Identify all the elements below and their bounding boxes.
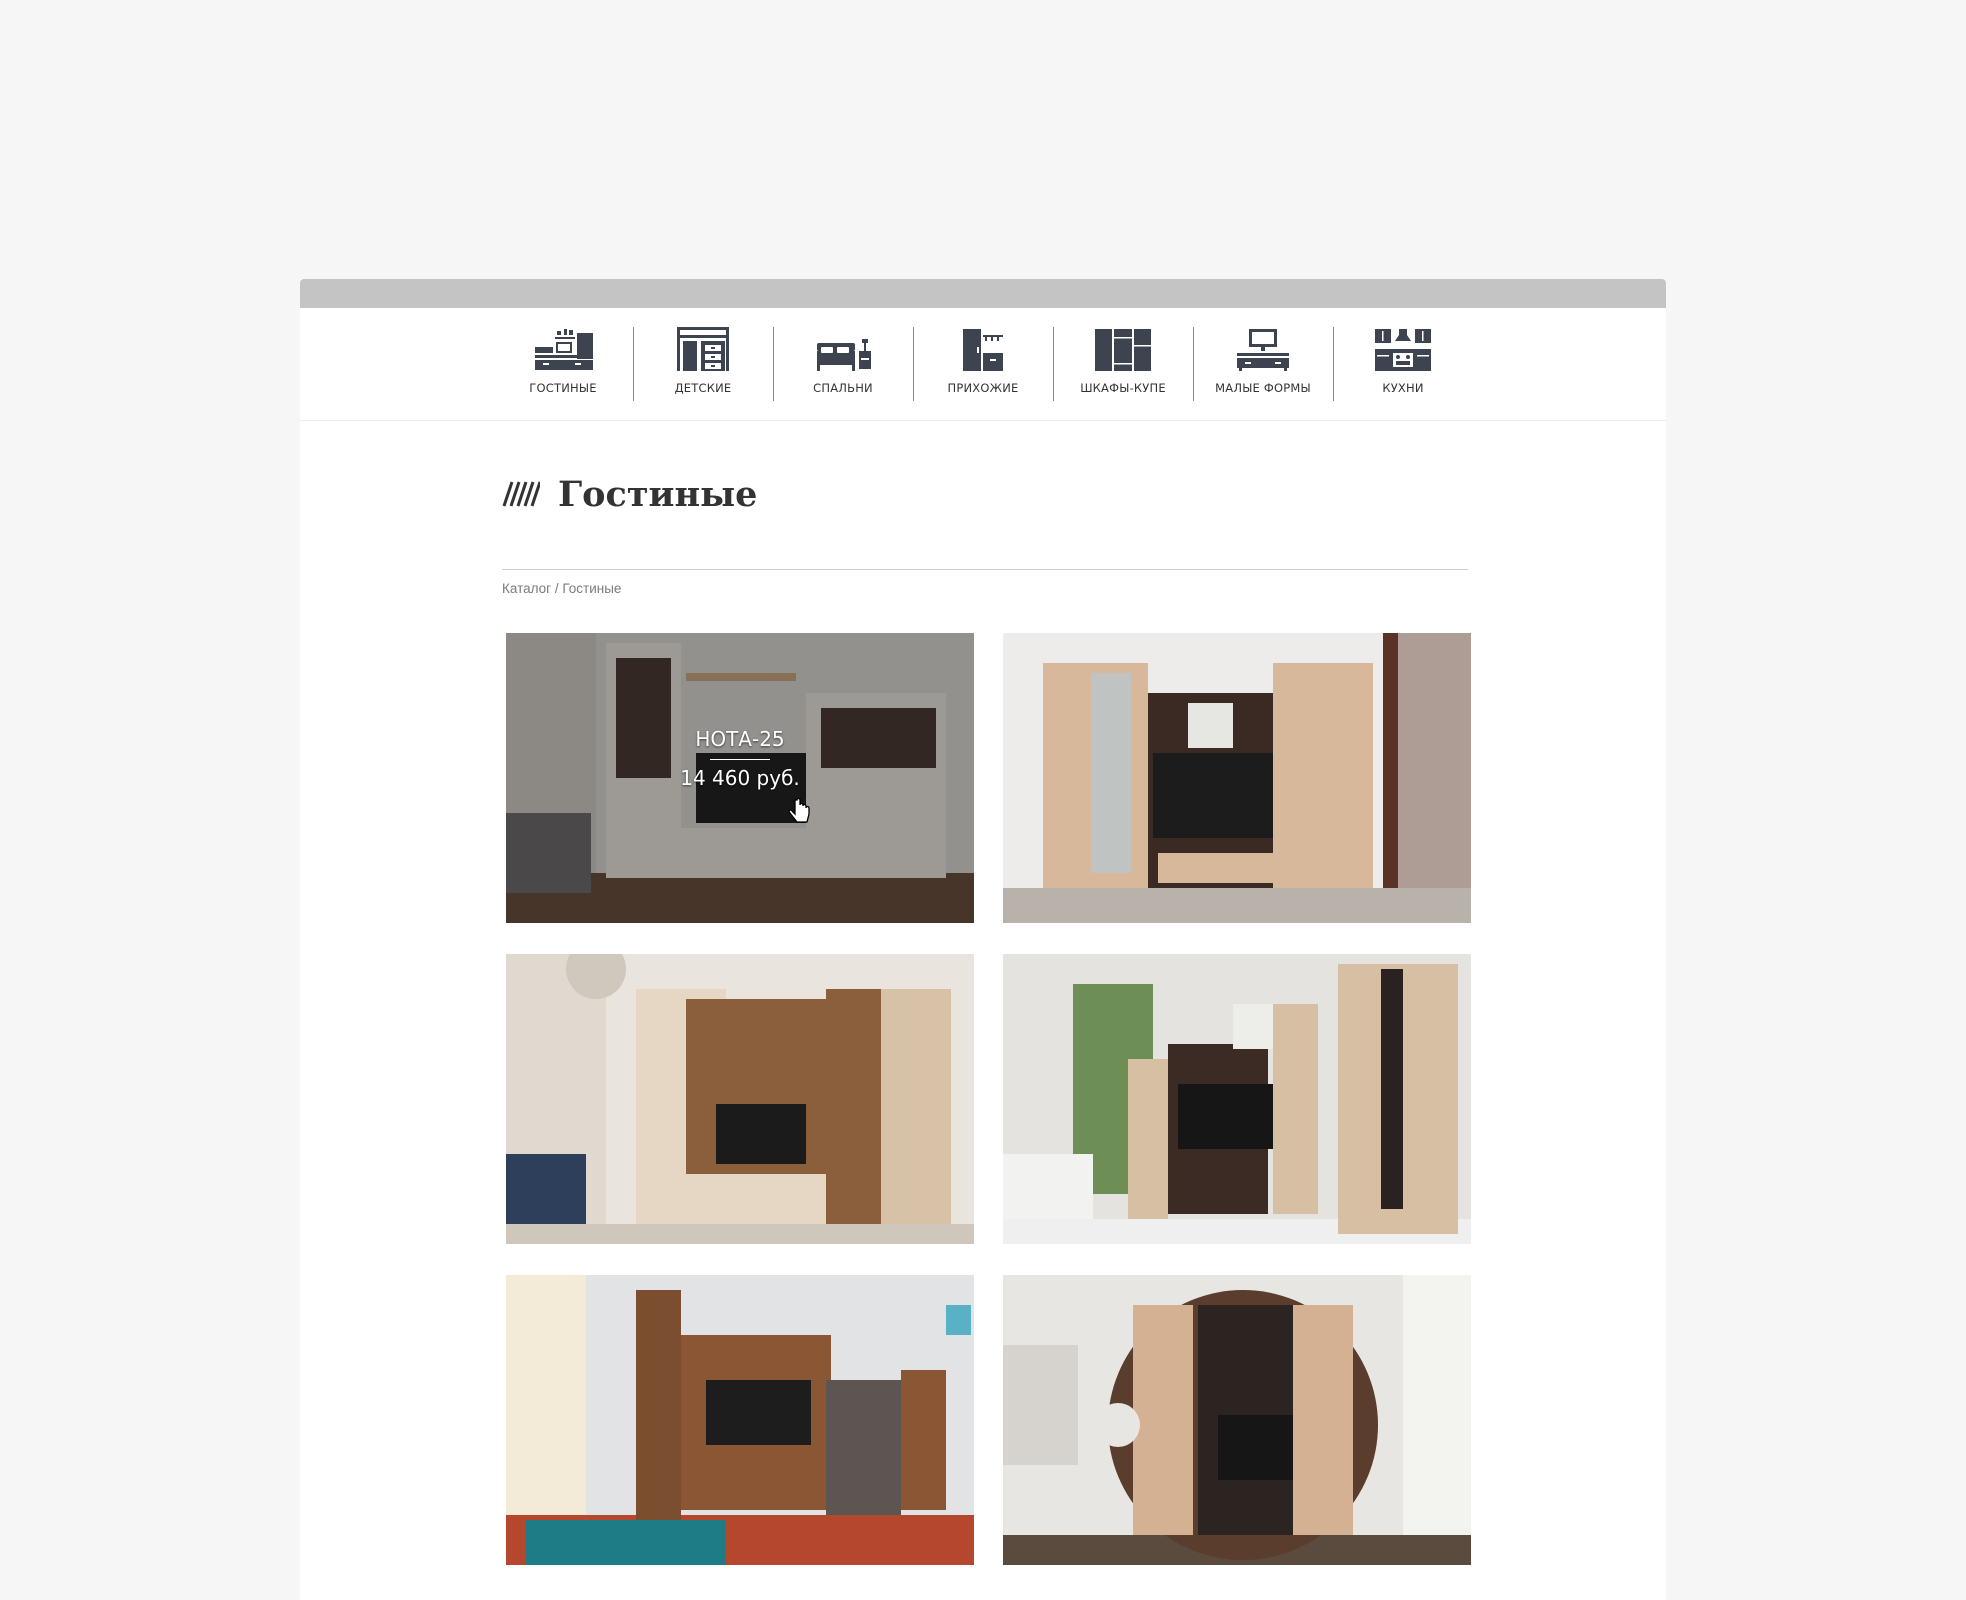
category-label: МАЛЫЕ ФОРМЫ: [1215, 381, 1311, 395]
product-card[interactable]: НОТА-25 14 460 руб.: [506, 633, 974, 923]
product-image: [1003, 1275, 1471, 1565]
category-nav: ГОСТИНЫЕ ДЕТСКИЕ СПАЛЬНИ ПРИХОЖИЕ ШКАФЫ-…: [300, 308, 1666, 421]
product-price: 14 460 руб.: [680, 765, 800, 790]
kitchen-icon: [1371, 325, 1435, 375]
category-kids[interactable]: ДЕТСКИЕ: [634, 325, 773, 403]
category-label: СПАЛЬНИ: [813, 381, 873, 395]
category-small-forms[interactable]: МАЛЫЕ ФОРМЫ: [1194, 325, 1333, 403]
breadcrumb: Каталог / Гостиные: [502, 581, 1468, 596]
category-label: ДЕТСКИЕ: [674, 381, 732, 395]
product-image: [1003, 633, 1471, 923]
product-grid: НОТА-25 14 460 руб.: [506, 633, 1476, 1565]
window-title-bar: [300, 279, 1666, 308]
product-card[interactable]: [1003, 1275, 1471, 1565]
category-hallway[interactable]: ПРИХОЖИЕ: [914, 325, 1053, 403]
category-label: ПРИХОЖИЕ: [947, 381, 1019, 395]
product-card[interactable]: [1003, 633, 1471, 923]
category-living-room[interactable]: ГОСТИНЫЕ: [494, 325, 633, 403]
category-wardrobe[interactable]: ШКАФЫ-КУПЕ: [1054, 325, 1193, 403]
product-name: НОТА-25: [695, 726, 785, 751]
product-image: [506, 954, 974, 1244]
bedroom-icon: [811, 325, 875, 375]
small-forms-icon: [1231, 325, 1295, 375]
hallway-icon: [951, 325, 1015, 375]
breadcrumb-separator: /: [551, 581, 563, 596]
product-card[interactable]: [1003, 954, 1471, 1244]
product-card[interactable]: [506, 1275, 974, 1565]
hand-cursor-icon: [788, 798, 810, 823]
category-label: ШКАФЫ-КУПЕ: [1080, 381, 1166, 395]
product-card[interactable]: [506, 954, 974, 1244]
kids-room-icon: [671, 325, 735, 375]
wardrobe-icon: [1091, 325, 1155, 375]
product-image: [1003, 954, 1471, 1244]
living-room-icon: [531, 325, 595, 375]
main-content: Гостиные Каталог / Гостиные: [502, 461, 1468, 596]
title-divider: [502, 569, 1468, 570]
browser-window: ГОСТИНЫЕ ДЕТСКИЕ СПАЛЬНИ ПРИХОЖИЕ ШКАФЫ-…: [300, 279, 1666, 1600]
breadcrumb-current: Гостиные: [562, 581, 622, 596]
category-bedroom[interactable]: СПАЛЬНИ: [774, 325, 913, 403]
category-kitchen[interactable]: КУХНИ: [1334, 325, 1473, 403]
product-hover-overlay: НОТА-25 14 460 руб.: [506, 633, 974, 923]
hatch-mark-icon: [502, 481, 540, 507]
category-label: КУХНИ: [1382, 381, 1424, 395]
product-image: [506, 1275, 974, 1565]
product-overlay-divider: [710, 758, 770, 760]
category-label: ГОСТИНЫЕ: [529, 381, 597, 395]
page-title: Гостиные: [558, 473, 758, 515]
breadcrumb-link-catalog[interactable]: Каталог: [502, 581, 551, 596]
page-heading: Гостиные: [502, 461, 1468, 527]
